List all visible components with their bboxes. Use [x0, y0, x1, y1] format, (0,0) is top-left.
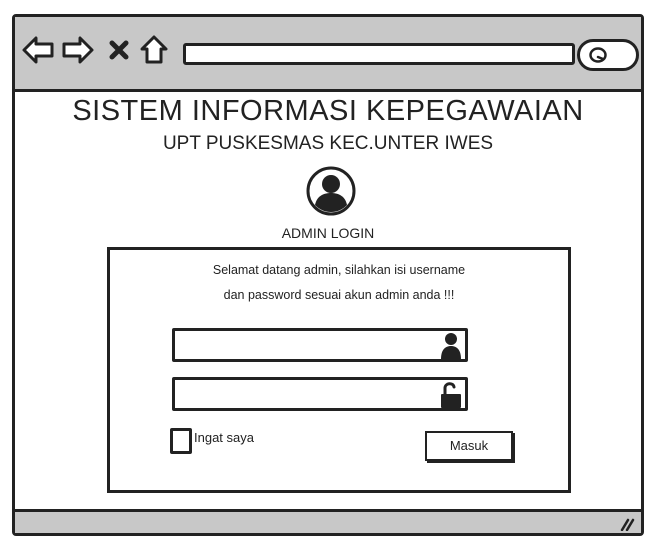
password-field[interactable]: [172, 377, 468, 411]
welcome-message: Selamat datang admin, silahkan isi usern…: [110, 258, 568, 308]
user-avatar-icon: [305, 165, 357, 217]
page-subtitle: UPT PUSKESMAS KEC.UNTER IWES: [162, 133, 494, 154]
remember-checkbox[interactable]: [170, 428, 192, 454]
username-field[interactable]: [172, 328, 468, 362]
page-title: SISTEM INFORMASI KEPEGAWAIAN: [72, 95, 584, 127]
forward-arrow-icon[interactable]: [61, 33, 95, 67]
browser-toolbar: [15, 17, 641, 92]
home-icon[interactable]: [139, 33, 169, 67]
search-icon: [589, 47, 607, 63]
login-panel: Selamat datang admin, silahkan isi usern…: [107, 247, 571, 493]
back-arrow-icon[interactable]: [21, 33, 55, 67]
status-bar: [15, 509, 641, 533]
search-button[interactable]: [577, 39, 639, 71]
unlock-icon: [439, 380, 463, 410]
remember-label: Ingat saya: [194, 429, 254, 445]
browser-window: SISTEM INFORMASI KEPEGAWAIAN UPT PUSKESM…: [12, 14, 644, 536]
user-icon: [439, 331, 463, 361]
address-bar[interactable]: [183, 43, 575, 65]
welcome-line-2: dan password sesuai akun admin anda !!!: [223, 288, 455, 302]
remember-me[interactable]: Ingat saya: [170, 426, 254, 456]
resize-grip-icon[interactable]: [619, 515, 635, 532]
admin-login-label: ADMIN LOGIN: [281, 225, 375, 241]
welcome-line-1: Selamat datang admin, silahkan isi usern…: [212, 263, 466, 277]
login-submit-button[interactable]: Masuk: [425, 431, 513, 461]
close-x-icon[interactable]: [107, 33, 131, 67]
